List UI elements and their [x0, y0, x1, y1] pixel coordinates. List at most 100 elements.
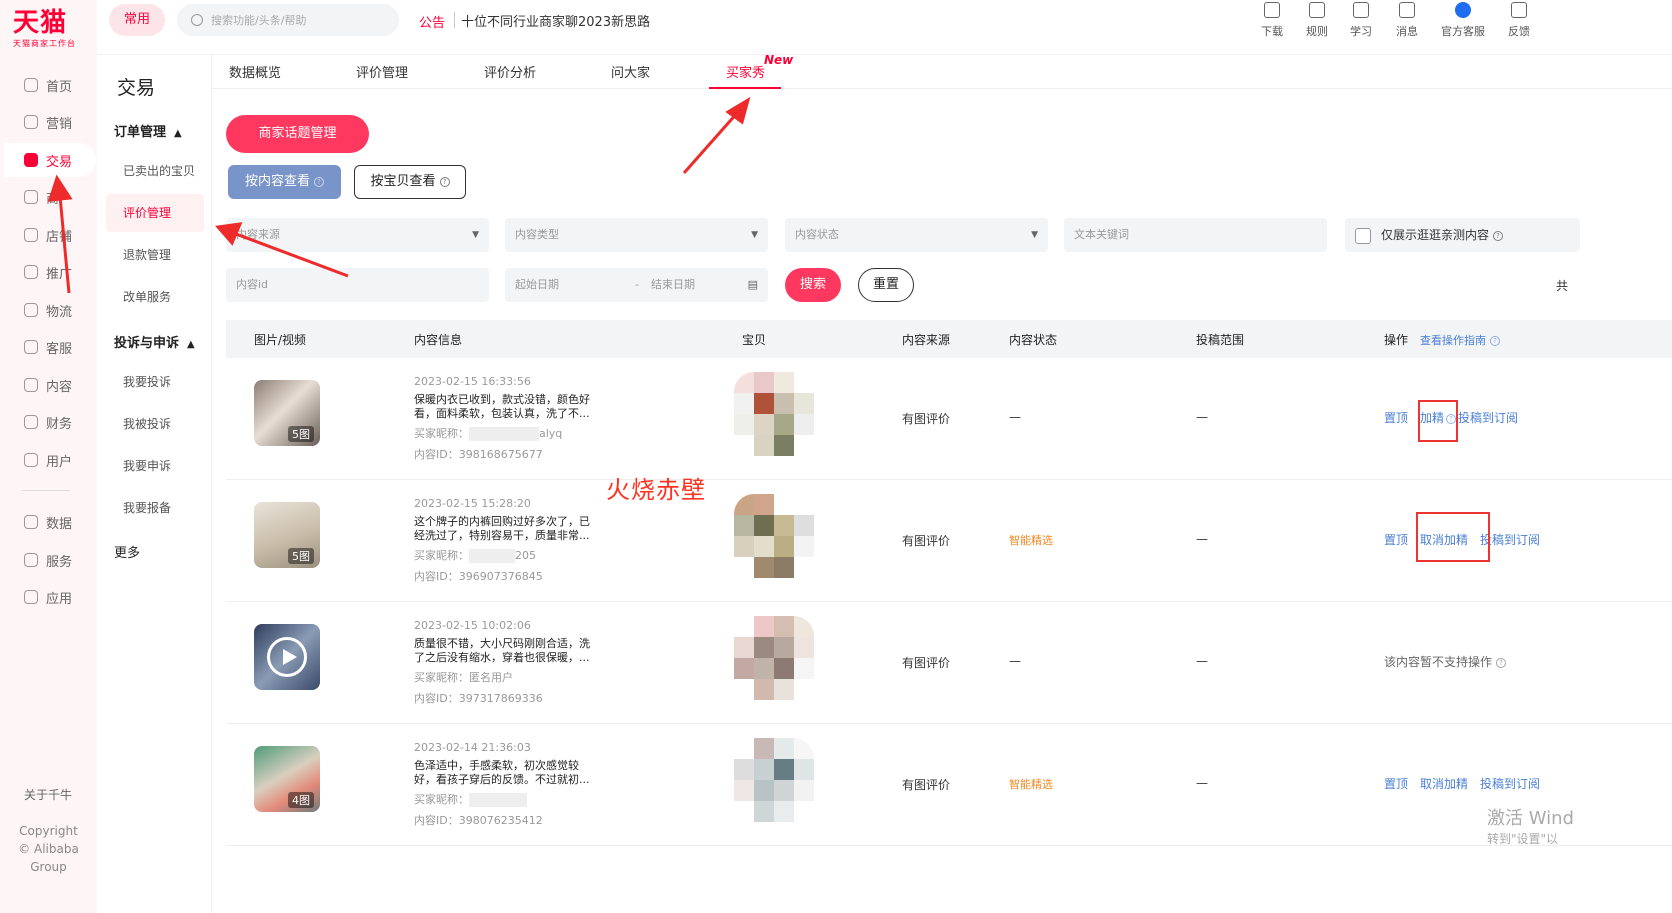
buyer-nick: 买家昵称：匿名用户	[414, 669, 600, 687]
search-button[interactable]: 搜索	[785, 268, 841, 302]
view-by-content-button[interactable]: 按内容查看?	[228, 165, 341, 199]
sidebar-item-refunds[interactable]: 退款管理	[106, 236, 204, 274]
link-label: 查看操作指南	[1420, 334, 1486, 347]
timestamp: 2023-02-15 15:28:20	[414, 497, 531, 510]
merchant-topic-button[interactable]: 商家话题管理	[226, 115, 369, 153]
rail-item-label: 内容	[46, 379, 73, 395]
rail-item-content[interactable]: 内容	[4, 368, 96, 402]
about-qianniu-link[interactable]: 关于千牛	[24, 786, 72, 803]
sidebar-item-reviews[interactable]: 评价管理	[106, 194, 204, 232]
tmall-logo[interactable]: 天猫 天猫商家工作台	[13, 8, 91, 50]
sidebar-item-order-change[interactable]: 改单服务	[106, 278, 204, 316]
review-text: 色泽适中，手感柔软，初次感觉较好，看孩子穿后的反馈。不过就初...	[414, 759, 590, 786]
content-id: 内容ID：398168675677	[414, 446, 600, 464]
search-input[interactable]: 搜索功能/头条/帮助	[177, 4, 399, 36]
row-operations: 置顶 取消加精 投稿到订阅	[1384, 775, 1552, 792]
frequent-button[interactable]: 常用	[109, 4, 165, 36]
ops-guide-link[interactable]: 查看操作指南?	[1420, 332, 1500, 348]
official-service-icon	[1455, 2, 1471, 18]
help-icon: ?	[439, 176, 450, 187]
chevron-down-icon: ▼	[1031, 230, 1038, 240]
rail-item-logistics[interactable]: 物流	[4, 293, 96, 327]
nick-value: 205	[515, 549, 536, 562]
sidebar-more[interactable]: 更多	[114, 542, 140, 561]
rail-item-goods[interactable]: 商	[4, 180, 96, 214]
video-thumbnail[interactable]	[254, 624, 320, 690]
group-order-management[interactable]: 订单管理 ▲	[114, 121, 182, 140]
sidebar-item-appeal[interactable]: 我要申诉	[106, 447, 204, 485]
pin-top-button[interactable]: 置顶	[1384, 777, 1408, 791]
rail-item-trade[interactable]: 交易	[4, 143, 96, 177]
checkbox[interactable]	[1355, 228, 1371, 244]
group-label: 订单管理	[114, 125, 167, 140]
pin-top-button[interactable]: 置顶	[1384, 411, 1408, 425]
sidebar-item-file-complaint[interactable]: 我要投诉	[106, 363, 204, 401]
button-label: 按宝贝查看	[370, 174, 436, 189]
item-image[interactable]	[734, 616, 814, 700]
media-thumbnail[interactable]: 5图	[254, 380, 320, 446]
content-id-input[interactable]: 内容id	[226, 268, 489, 302]
group-complaints[interactable]: 投诉与申诉 ▲	[114, 332, 195, 351]
tool-rules[interactable]: 规则	[1306, 2, 1328, 39]
rail-item-marketing[interactable]: 营销	[4, 105, 96, 139]
content-scope: —	[1196, 654, 1208, 668]
rail-item-home[interactable]: 首页	[4, 68, 96, 102]
rail-item-label: 交易	[46, 154, 73, 170]
rail-item-data[interactable]: 数据	[4, 505, 96, 539]
rail-item-promotion[interactable]: 推广	[4, 255, 96, 289]
timestamp: 2023-02-15 10:02:06	[414, 619, 531, 632]
home-icon	[24, 78, 38, 92]
rail-item-label: 用户	[46, 454, 73, 470]
tool-official-service[interactable]: 官方客服	[1441, 2, 1485, 39]
content-source: 有图评价	[902, 778, 951, 792]
cid-label: 内容ID：	[414, 448, 459, 461]
secondary-sidebar: 交易 订单管理 ▲ 已卖出的宝贝 评价管理 退款管理 改单服务 投诉与申诉 ▲ 我要…	[97, 55, 212, 913]
media-thumbnail[interactable]: 4图	[254, 746, 320, 812]
view-by-item-button[interactable]: 按宝贝查看?	[354, 165, 466, 199]
submit-subscription-button[interactable]: 投稿到订阅	[1458, 411, 1518, 425]
tab-buyer-show[interactable]: 买家秀	[726, 62, 765, 81]
tab-overview[interactable]: 数据概览	[229, 62, 281, 81]
rail-item-user[interactable]: 用户	[4, 443, 96, 477]
rail-item-store[interactable]: 店铺	[4, 218, 96, 252]
rail-item-finance[interactable]: 财务	[4, 405, 96, 439]
cid-label: 内容ID：	[414, 814, 459, 827]
tool-download[interactable]: 下载	[1261, 2, 1283, 39]
media-thumbnail[interactable]: 5图	[254, 502, 320, 568]
status-select[interactable]: 内容状态 ▼	[785, 218, 1048, 252]
only-tested-checkbox[interactable]: 仅展示逛逛亲测内容?	[1345, 218, 1580, 252]
play-icon[interactable]	[267, 637, 307, 677]
source-select[interactable]: 内容来源 ▼	[226, 218, 489, 252]
date-range-picker[interactable]: 起始日期 - 结束日期 ▤	[505, 268, 768, 302]
notice-link[interactable]: 十位不同行业商家聊2023新思路	[461, 11, 650, 30]
section-title: 交易	[117, 77, 156, 99]
tool-feedback[interactable]: 反馈	[1508, 2, 1530, 39]
rail-item-cs[interactable]: 客服	[4, 330, 96, 364]
sidebar-item-sold[interactable]: 已卖出的宝贝	[106, 152, 204, 190]
tool-learn[interactable]: 学习	[1350, 2, 1372, 39]
unfeature-button[interactable]: 取消加精	[1420, 777, 1468, 791]
item-image[interactable]	[734, 738, 814, 822]
notice-label: 公告	[419, 16, 446, 31]
tab-review-management[interactable]: 评价管理	[356, 62, 408, 81]
rail-item-apps[interactable]: 应用	[4, 580, 96, 614]
tool-message[interactable]: 消息	[1396, 2, 1418, 39]
tab-ask-everyone[interactable]: 问大家	[611, 62, 650, 81]
tab-review-analysis[interactable]: 评价分析	[484, 62, 536, 81]
submit-subscription-button[interactable]: 投稿到订阅	[1480, 777, 1540, 791]
apps-icon	[24, 590, 38, 604]
top-header: 常用 搜索功能/头条/帮助 公告 十位不同行业商家聊2023新思路 下载 规则 …	[97, 0, 1672, 55]
sidebar-item-complained[interactable]: 我被投诉	[106, 405, 204, 443]
rail-item-label: 营销	[46, 116, 73, 132]
reset-button[interactable]: 重置	[858, 268, 914, 302]
rail-item-service[interactable]: 服务	[4, 543, 96, 577]
item-image[interactable]	[734, 494, 814, 578]
pin-top-button[interactable]: 置顶	[1384, 533, 1408, 547]
keyword-input[interactable]: 文本关键词	[1064, 218, 1327, 252]
type-select[interactable]: 内容类型 ▼	[505, 218, 768, 252]
item-image[interactable]	[734, 372, 814, 456]
group-label: 投诉与申诉	[114, 336, 180, 351]
notice-divider	[454, 12, 455, 28]
annotation-box-unfeature	[1416, 512, 1490, 562]
sidebar-item-report[interactable]: 我要报备	[106, 489, 204, 527]
